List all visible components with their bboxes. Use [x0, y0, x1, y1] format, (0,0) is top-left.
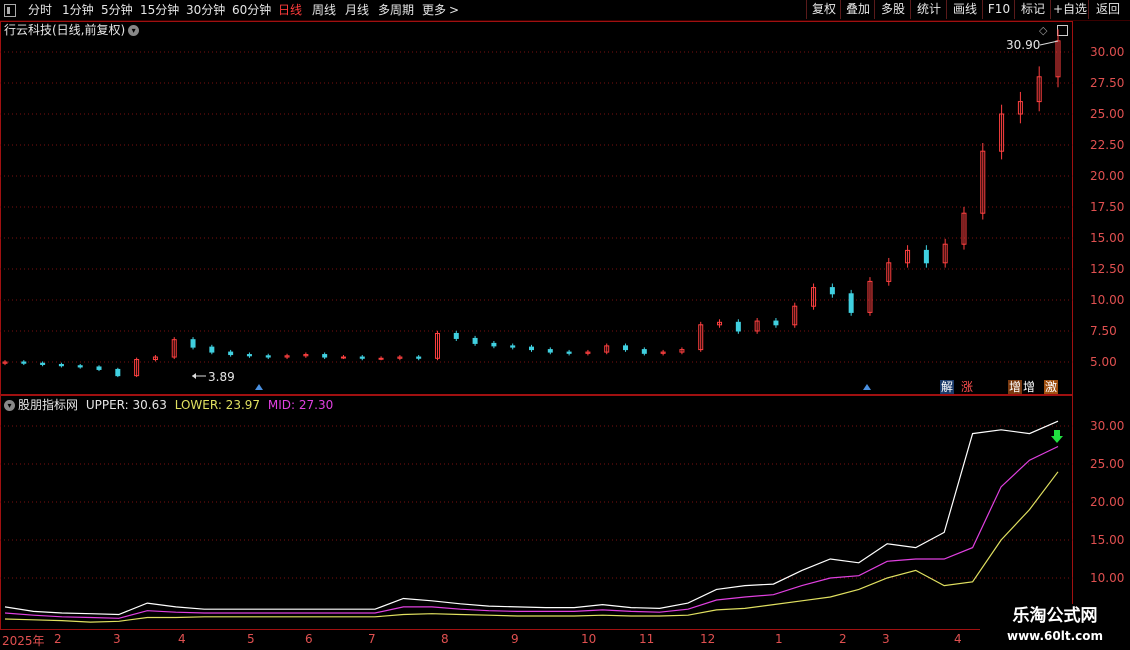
candle-body [510, 345, 516, 348]
y-tick-indicator: 30.00 [1090, 419, 1125, 433]
chart-canvas [0, 29, 1073, 623]
x-tick: 4 [178, 632, 186, 646]
y-tick-main: 12.50 [1090, 262, 1125, 276]
candle-body [623, 345, 629, 351]
y-tick-indicator: 10.00 [1090, 571, 1125, 585]
candle-body [190, 339, 196, 348]
y-tick-main: 27.50 [1090, 76, 1125, 90]
y-tick-main: 20.00 [1090, 169, 1125, 183]
x-tick: 4 [954, 632, 962, 646]
event-tag-limit-up[interactable]: 涨 [960, 380, 975, 394]
signal-marker [255, 384, 263, 390]
y-tick-main: 25.00 [1090, 107, 1125, 121]
y-tick-main: 22.50 [1090, 138, 1125, 152]
x-tick: 2 [839, 632, 847, 646]
x-tick: 7 [368, 632, 376, 646]
y-tick-main: 10.00 [1090, 293, 1125, 307]
candle-body [923, 249, 929, 264]
candle-body [641, 349, 647, 354]
x-tick: 10 [581, 632, 597, 646]
y-tick-main: 5.00 [1090, 355, 1117, 369]
event-tag-unlock[interactable]: 解 [940, 380, 955, 394]
candle-body [829, 287, 835, 295]
candle-body [453, 332, 459, 339]
candle-body [340, 356, 346, 359]
y-tick-main: 17.50 [1090, 200, 1125, 214]
x-tick: 1 [775, 632, 783, 646]
y-tick-main: 7.50 [1090, 324, 1117, 338]
back-button[interactable]: 返回 [1088, 0, 1127, 19]
candle-body [96, 366, 102, 370]
x-tick: 9 [511, 632, 519, 646]
candle-body [58, 363, 64, 367]
x-tick: 5 [247, 632, 255, 646]
y-tick-indicator: 25.00 [1090, 457, 1125, 471]
event-tag-increase[interactable]: 增 [1008, 380, 1023, 394]
candle-body [265, 355, 271, 358]
watermark-logo: 乐淘公式网 www.60lt.com [980, 604, 1130, 650]
x-tick: 2 [54, 632, 62, 646]
candle-body [773, 320, 779, 326]
high-arrow [1039, 40, 1059, 46]
y-tick-main: 15.00 [1090, 231, 1125, 245]
y-tick-main: 30.00 [1090, 45, 1125, 59]
low-price-label: 3.89 [208, 370, 235, 384]
candle-body [378, 357, 384, 360]
candle-body [209, 346, 215, 353]
series-line-upper [4, 420, 1059, 616]
candle-body [472, 337, 478, 344]
event-tag-incentive[interactable]: 激 [1044, 380, 1059, 394]
low-arrowhead [192, 373, 196, 379]
sell-signal-arrow [1051, 430, 1063, 443]
candle-body [529, 346, 534, 351]
x-tick: 6 [305, 632, 313, 646]
candle-body [848, 293, 854, 313]
candle-body [566, 351, 572, 354]
y-tick-indicator: 20.00 [1090, 495, 1125, 509]
signal-marker [863, 384, 871, 390]
event-tag-increase[interactable]: 增 [1022, 380, 1037, 394]
candle-body [40, 362, 46, 365]
candle-body [359, 356, 365, 359]
candle-body [491, 342, 497, 347]
y-tick-indicator: 15.00 [1090, 533, 1125, 547]
candle-body [228, 351, 234, 356]
candle-body [547, 349, 553, 353]
high-price-label: 30.90 [1006, 38, 1041, 52]
candle-body [322, 354, 328, 358]
series-line-mid [4, 445, 1059, 619]
x-tick: 3 [882, 632, 890, 646]
candle-body [115, 368, 121, 377]
series-line-lower [4, 471, 1059, 623]
x-tick: 8 [441, 632, 449, 646]
candle-body [416, 356, 422, 359]
candle-body [21, 361, 27, 364]
candle-body [77, 365, 83, 368]
watermark-title: 乐淘公式网 [1012, 606, 1098, 626]
watermark-url: www.60lt.com [1006, 629, 1104, 643]
x-tick: 3 [113, 632, 121, 646]
x-tick: 12 [700, 632, 716, 646]
candle-body [735, 321, 741, 332]
x-tick: 2025年 [2, 634, 45, 648]
x-tick: 11 [639, 632, 655, 646]
candle-body [246, 354, 252, 357]
